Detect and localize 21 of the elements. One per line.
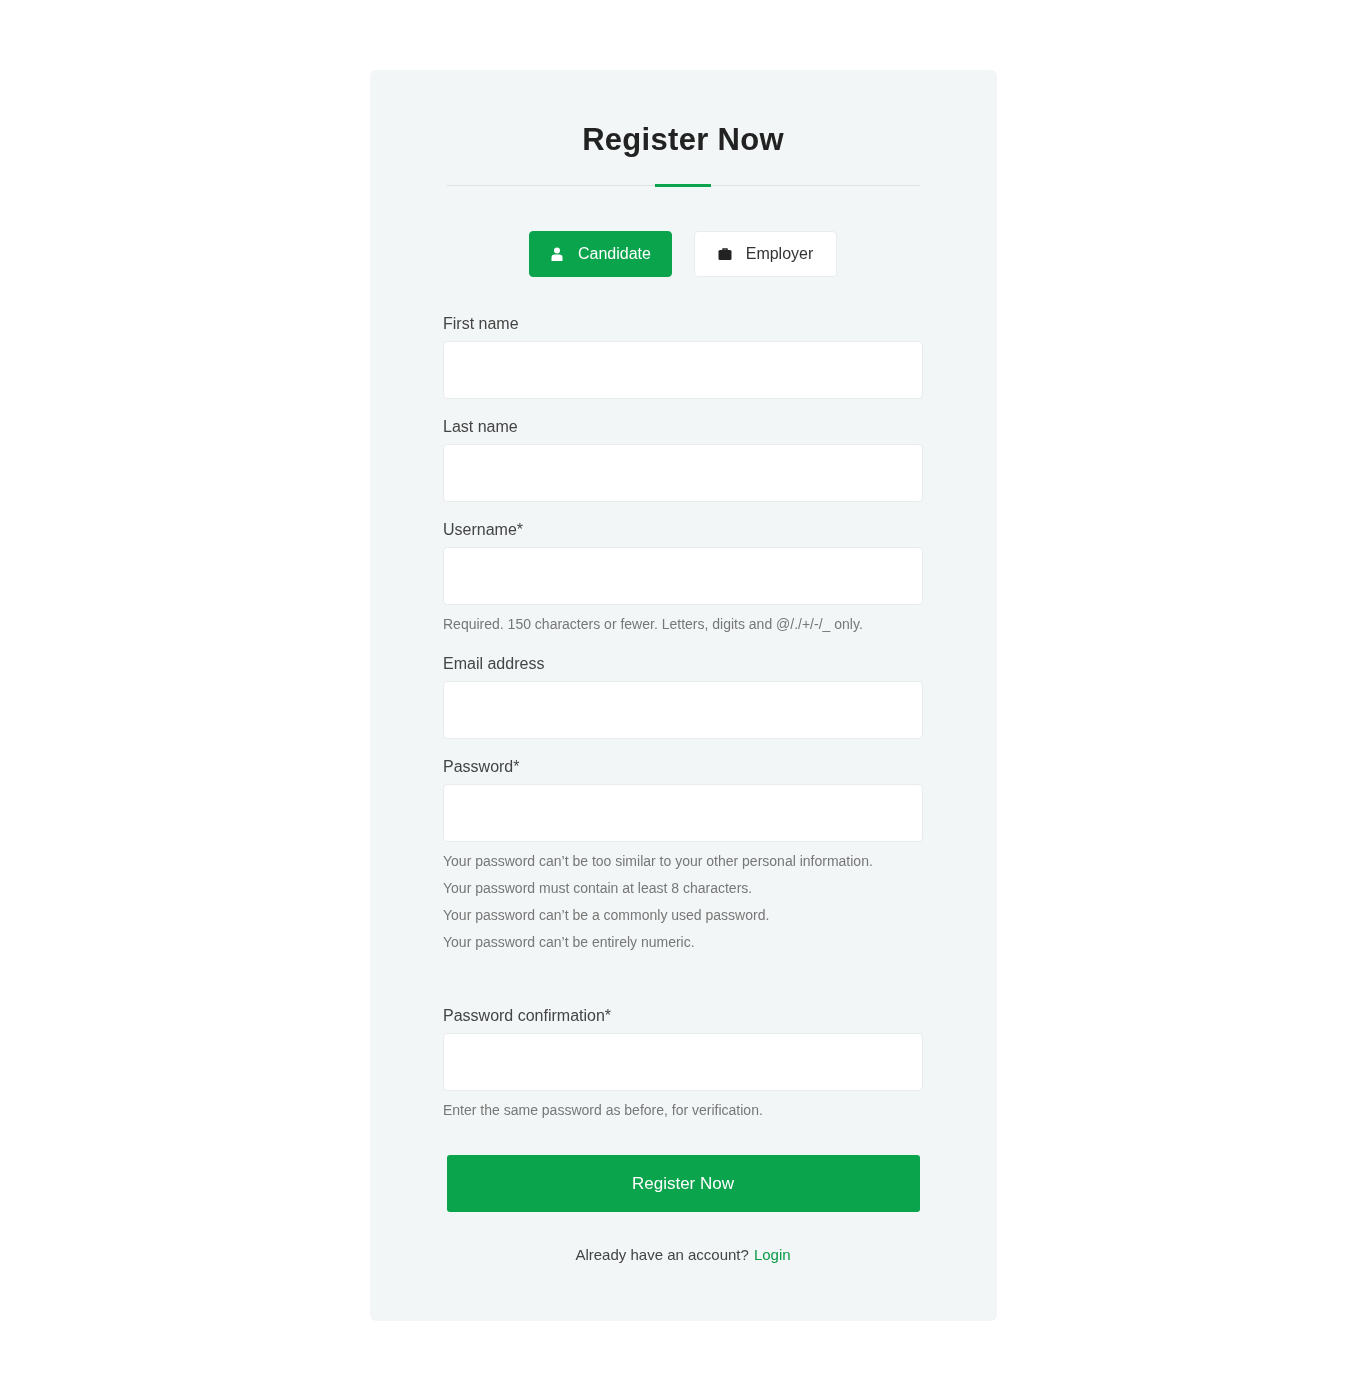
help-text: Required. 150 characters or fewer. Letters, digits and @/./+/-/_ only. (443, 615, 864, 633)
field-label: Password* (443, 758, 521, 776)
field-label: Username* (443, 521, 525, 539)
field-label: Password confirmation* (443, 1007, 613, 1025)
form-title: Register Now (582, 122, 784, 158)
briefcase-icon (717, 247, 732, 261)
field-label: First name (443, 315, 520, 333)
field-label: Last name (443, 418, 519, 436)
help-text: Your password can’t be entirely numeric. (443, 933, 696, 951)
field-label: Email address (443, 655, 546, 673)
help-text: Your password can’t be too similar to your other personal information. (443, 852, 874, 870)
help-text: Enter the same password as before, for verification. (443, 1101, 764, 1119)
account-type-tab[interactable]: Candidate (529, 231, 672, 277)
help-text: Your password can’t be a commonly used password. (443, 906, 771, 924)
account-type-tab[interactable]: Employer (694, 231, 837, 277)
login-link[interactable]: Login (753, 1246, 791, 1263)
title-underline (655, 184, 711, 187)
register-button[interactable]: Register Now (446, 1155, 920, 1212)
help-text: Your password must contain at least 8 characters. (443, 879, 754, 897)
person-icon (550, 247, 564, 261)
account-prompt: Already have an account? (575, 1246, 749, 1263)
